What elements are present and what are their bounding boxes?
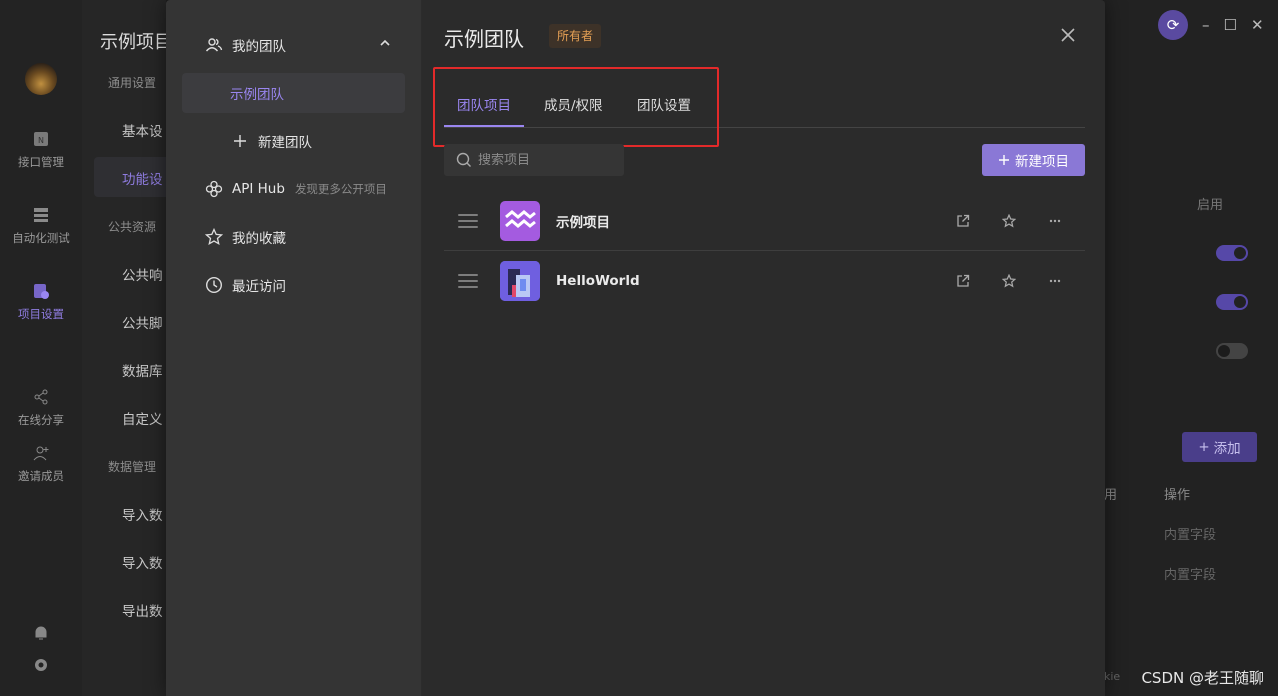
toggle-1[interactable]: [1216, 245, 1248, 261]
search-input[interactable]: [478, 152, 618, 168]
project-name[interactable]: 示例项目: [556, 211, 610, 231]
share-icon: [34, 389, 48, 405]
api-hub-icon: [204, 179, 224, 199]
subnav-public-script[interactable]: 公共脚: [122, 312, 163, 332]
tab-members-permissions[interactable]: 成员/权限: [544, 94, 603, 125]
sidebar-item-my-team[interactable]: 我的团队: [182, 25, 405, 65]
builtin-field-1: 内置字段: [1164, 528, 1217, 543]
rail-item-automation[interactable]: 自动化测试: [0, 206, 82, 246]
new-project-button[interactable]: 新建项目: [982, 144, 1085, 176]
building-icon: [500, 261, 540, 301]
project-name[interactable]: HelloWorld: [556, 273, 640, 289]
automation-icon: [34, 208, 48, 222]
window-close-icon[interactable]: ✕: [1251, 16, 1264, 34]
sync-icon[interactable]: ⟳: [1158, 10, 1188, 40]
api-icon: N: [34, 132, 48, 146]
minimize-icon[interactable]: –: [1202, 16, 1210, 34]
section-general: 通用设置: [108, 76, 157, 90]
enable-label: 启用: [1197, 198, 1224, 213]
svg-text:N: N: [38, 136, 44, 145]
subnav-basic[interactable]: 基本设: [122, 120, 163, 140]
settings-subnav: 示例项目 通用设置 基本设 功能设 公共资源 公共响 公共脚 数据库 自定义 数…: [82, 0, 172, 696]
sidebar-item-api-hub[interactable]: API Hub 发现更多公开项目: [182, 169, 405, 209]
star-icon: [204, 227, 224, 247]
favorite-star-icon[interactable]: [999, 211, 1019, 231]
team-modal: 我的团队 示例团队 新建团队 API Hub 发现更多公开项目 我的收藏 最近访…: [166, 0, 1105, 696]
rail-item-invite[interactable]: 邀请成员: [0, 444, 82, 484]
clock-icon: [204, 275, 224, 295]
team-icon: [204, 35, 224, 55]
bell-icon[interactable]: [32, 624, 50, 642]
plus-icon: [999, 155, 1009, 165]
col-ops-header: 操作: [1164, 488, 1191, 503]
search-icon: [456, 152, 471, 167]
subnav-import-2[interactable]: 导入数: [122, 552, 163, 572]
more-icon[interactable]: [1045, 211, 1065, 231]
subnav-import-1[interactable]: 导入数: [122, 504, 163, 524]
rail-item-api[interactable]: N 接口管理: [0, 130, 82, 170]
tab-bar: 团队项目 成员/权限 团队设置: [444, 84, 1085, 128]
gear-icon[interactable]: [32, 656, 50, 674]
open-external-icon[interactable]: [953, 211, 973, 231]
add-button[interactable]: + 添加: [1182, 432, 1257, 462]
plus-icon: [230, 131, 250, 151]
owner-badge: 所有者: [549, 24, 602, 48]
team-sidebar: 我的团队 示例团队 新建团队 API Hub 发现更多公开项目 我的收藏 最近访…: [166, 0, 422, 696]
subnav-database[interactable]: 数据库: [122, 360, 163, 380]
drag-handle-icon[interactable]: [458, 274, 478, 288]
list-item[interactable]: 示例项目: [444, 191, 1085, 251]
col-enabled-header: 用: [1104, 488, 1118, 503]
chevron-up-icon[interactable]: [379, 37, 391, 49]
drag-handle-icon[interactable]: [458, 213, 478, 228]
tab-team-settings[interactable]: 团队设置: [637, 94, 691, 125]
sidebar-item-favorites[interactable]: 我的收藏: [182, 217, 405, 257]
close-icon[interactable]: [1059, 26, 1077, 44]
maximize-icon[interactable]: ☐: [1224, 16, 1237, 34]
section-data-management: 数据管理: [108, 460, 157, 474]
section-public: 公共资源: [108, 220, 157, 234]
subnav-features[interactable]: 功能设: [122, 168, 163, 188]
builtin-field-2: 内置字段: [1164, 568, 1217, 583]
open-external-icon[interactable]: [953, 271, 973, 291]
team-content: 示例团队 所有者 团队项目 成员/权限 团队设置 新建项目 示例项目: [422, 0, 1105, 696]
rail-item-share[interactable]: 在线分享: [0, 388, 82, 428]
tab-team-projects[interactable]: 团队项目: [444, 94, 524, 127]
page-title: 示例团队: [444, 27, 524, 51]
app-rail: N 接口管理 自动化测试 项目设置 在线分享 邀请成员: [0, 0, 82, 696]
toggle-3[interactable]: [1216, 343, 1248, 359]
api-hub-hint: 发现更多公开项目: [294, 182, 387, 196]
settings-icon: [34, 284, 49, 299]
list-item[interactable]: HelloWorld: [444, 251, 1085, 311]
subnav-custom[interactable]: 自定义: [122, 408, 163, 428]
watermark: CSDN @老王随聊: [1141, 669, 1264, 687]
more-icon[interactable]: [1045, 271, 1065, 291]
rail-item-project-settings[interactable]: 项目设置: [0, 282, 82, 322]
favorite-star-icon[interactable]: [999, 271, 1019, 291]
sidebar-item-example-team[interactable]: 示例团队: [182, 73, 405, 113]
project-title: 示例项目: [100, 32, 172, 53]
search-box[interactable]: [444, 144, 624, 176]
avatar[interactable]: [25, 63, 57, 95]
sidebar-item-recent[interactable]: 最近访问: [182, 265, 405, 305]
add-user-icon: [33, 446, 49, 461]
subnav-public-response[interactable]: 公共响: [122, 264, 163, 284]
toggle-2[interactable]: [1216, 294, 1248, 310]
aquarius-icon: [500, 200, 540, 241]
subnav-export[interactable]: 导出数: [122, 600, 163, 620]
background-content: ⟳ – ☐ ✕ 启用 + 添加 用 操作 内置字段 内置字段 kie: [1104, 0, 1278, 696]
sidebar-item-new-team[interactable]: 新建团队: [182, 121, 405, 161]
cookie-fragment: kie: [1104, 670, 1121, 683]
